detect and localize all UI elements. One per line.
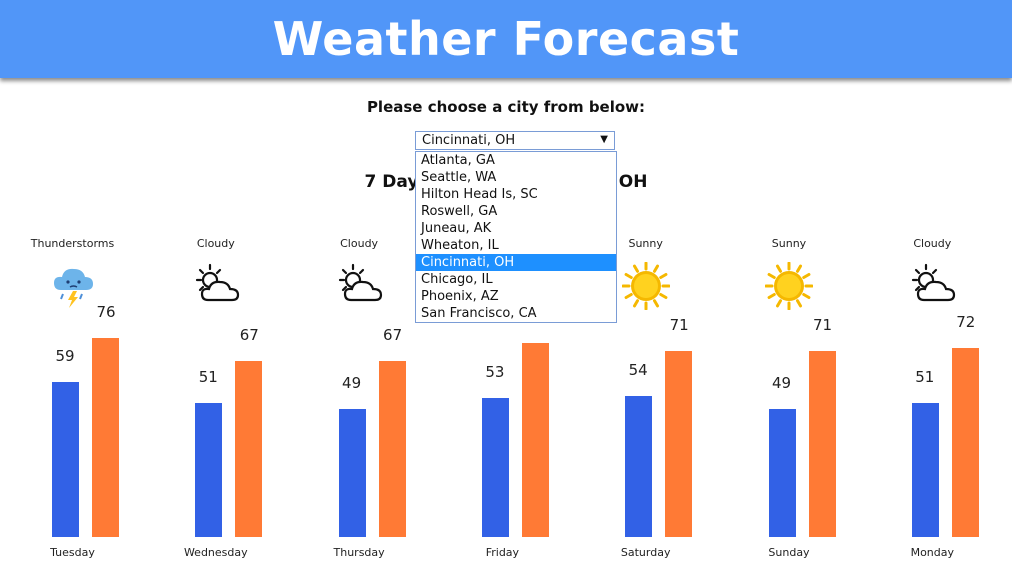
city-option[interactable]: Chicago, IL <box>416 271 616 288</box>
city-option[interactable]: Seattle, WA <box>416 169 616 186</box>
sunny-icon <box>764 261 814 311</box>
condition-label: Cloudy <box>913 237 952 250</box>
sunny-icon <box>621 261 671 311</box>
day-label: Monday <box>910 546 955 559</box>
day-column: Thunderstorms 59 76 Tuesday <box>1 0 144 570</box>
low-temp-bar <box>338 408 366 537</box>
high-temp-bar <box>235 361 263 537</box>
day-column: Cloudy 51 67 Wednesday <box>144 0 287 570</box>
day-label: Tuesday <box>50 546 95 559</box>
low-temp-bar <box>625 395 653 537</box>
city-option[interactable]: Wheaton, IL <box>416 237 616 254</box>
low-temp-bar <box>768 408 796 537</box>
high-temp-label: 71 <box>812 315 833 334</box>
cloudy-icon <box>335 262 383 310</box>
high-temp-bar <box>92 337 119 537</box>
day-label: Saturday <box>620 546 671 559</box>
high-temp-label: 71 <box>669 315 689 334</box>
day-column: Cloudy 49 67 Thursday <box>288 0 431 570</box>
high-temp-bar <box>951 348 979 537</box>
condition-label: Cloudy <box>196 237 235 250</box>
day-label: Friday <box>485 546 520 559</box>
low-temp-bar <box>195 403 223 537</box>
high-temp-label: 76 <box>96 302 116 321</box>
cloudy-icon <box>908 262 956 310</box>
city-dropdown-list[interactable]: Atlanta, GA Seattle, WA Hilton Head Is, SC… <box>415 151 617 323</box>
city-option[interactable]: Hilton Head Is, SC <box>416 186 616 203</box>
cloudy-icon <box>192 262 240 310</box>
high-temp-bar <box>521 343 549 537</box>
city-option[interactable]: Atlanta, GA <box>416 152 616 169</box>
low-temp-label: 59 <box>55 347 75 366</box>
low-temp-label: 53 <box>485 363 505 382</box>
high-temp-label: 72 <box>956 313 976 332</box>
condition-label: Thunderstorms <box>30 237 115 250</box>
day-label: Sunday <box>768 546 810 559</box>
low-temp-label: 49 <box>771 373 792 392</box>
high-temp-bar <box>665 350 693 537</box>
low-temp-label: 51 <box>198 368 218 387</box>
high-temp-bar <box>808 350 836 537</box>
high-temp-label: 67 <box>239 326 259 345</box>
condition-label: Cloudy <box>340 237 379 250</box>
city-option[interactable]: Cincinnati, OH <box>416 254 616 271</box>
condition-label: Sunny <box>771 237 807 250</box>
city-option[interactable]: Roswell, GA <box>416 203 616 220</box>
day-label: Wednesday <box>183 546 248 559</box>
high-temp-label: 67 <box>383 326 403 345</box>
low-temp-label: 51 <box>915 368 935 387</box>
day-column: Sunny 49 71 Sunday <box>718 0 861 570</box>
low-temp-bar <box>481 398 509 537</box>
day-label: Thursday <box>333 546 385 559</box>
day-column: Cloudy 51 72 Monday <box>861 0 1004 570</box>
high-temp-bar <box>378 361 406 537</box>
low-temp-bar <box>52 382 79 537</box>
low-temp-label: 49 <box>342 373 362 392</box>
city-option[interactable]: Phoenix, AZ <box>416 288 616 305</box>
low-temp-label: 54 <box>628 360 648 379</box>
city-option[interactable]: San Francisco, CA <box>416 305 616 322</box>
low-temp-bar <box>911 403 939 537</box>
city-option[interactable]: Juneau, AK <box>416 220 616 237</box>
